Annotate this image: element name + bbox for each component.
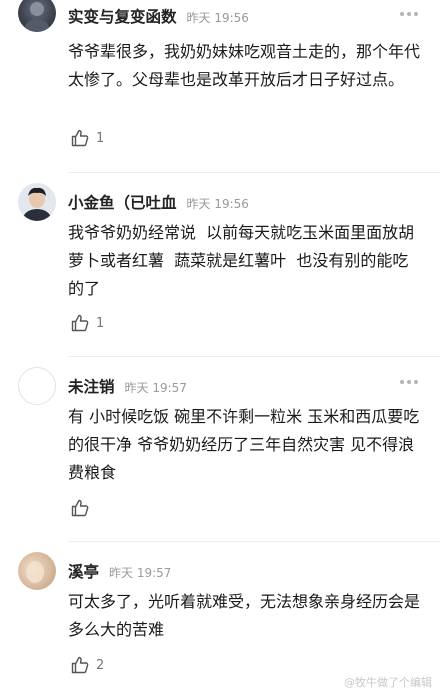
avatar[interactable] (18, 367, 56, 405)
comment-time: 昨天 19:56 (186, 197, 249, 211)
divider (68, 541, 440, 542)
more-dots-icon[interactable] (400, 12, 418, 18)
comment-text: 可太多了，光听着就难受，无法想象亲身经历会是多么大的苦难 (68, 592, 421, 639)
thumbs-up-icon (71, 129, 89, 147)
thumbs-up-icon (71, 656, 89, 674)
username-text[interactable]: 实变与复变函数 (68, 8, 177, 26)
like-count: 1 (96, 315, 105, 331)
more-dots-icon[interactable] (400, 380, 418, 386)
comment-time: 昨天 19:56 (186, 11, 249, 25)
avatar[interactable] (18, 183, 56, 221)
like-button[interactable]: 1 (70, 312, 104, 334)
comment-time: 昨天 19:57 (109, 566, 172, 580)
username-text[interactable]: 未注销 (68, 378, 115, 396)
comment-username[interactable]: 未注销 昨天 19:57 (68, 375, 187, 397)
comment-time: 昨天 19:57 (124, 381, 187, 395)
divider (68, 356, 440, 357)
comment-text: 爷爷辈很多，我奶奶妹妹吃观音土走的，那个年代太惨了。父母辈也是改革开放后才日子好… (68, 42, 421, 89)
avatar-image (25, 2, 49, 32)
watermark: @牧牛做了个编辑 (344, 676, 432, 689)
comment-text: 我爷爷奶奶经常说 以前每天就吃玉米面里面放胡萝卜或者红薯 蔬菜就是红薯叶 也没有… (68, 223, 415, 298)
comment-text: 有 小时候吃饭 碗里不许剩一粒米 玉米和西瓜要吃的很干净 爷爷奶奶经历了三年自然… (68, 407, 420, 482)
avatar[interactable] (18, 0, 56, 32)
like-button[interactable]: 2 (70, 654, 104, 676)
thumbs-up-icon (71, 499, 89, 517)
thumbs-up-icon (71, 314, 89, 332)
like-count: 1 (96, 130, 105, 146)
avatar[interactable] (18, 552, 56, 590)
like-count: 2 (96, 657, 105, 673)
avatar-image (26, 561, 44, 583)
like-button[interactable] (70, 497, 96, 519)
comment-username[interactable]: 实变与复变函数 昨天 19:56 (68, 5, 249, 27)
comment-username[interactable]: 小金鱼（已吐血 昨天 19:56 (68, 191, 249, 213)
comment-username[interactable]: 溪亭 昨天 19:57 (68, 560, 171, 582)
username-text[interactable]: 小金鱼（已吐血 (68, 194, 177, 212)
like-button[interactable]: 1 (70, 127, 104, 149)
avatar-image (18, 183, 56, 221)
username-text[interactable]: 溪亭 (68, 563, 99, 581)
divider (68, 172, 440, 173)
